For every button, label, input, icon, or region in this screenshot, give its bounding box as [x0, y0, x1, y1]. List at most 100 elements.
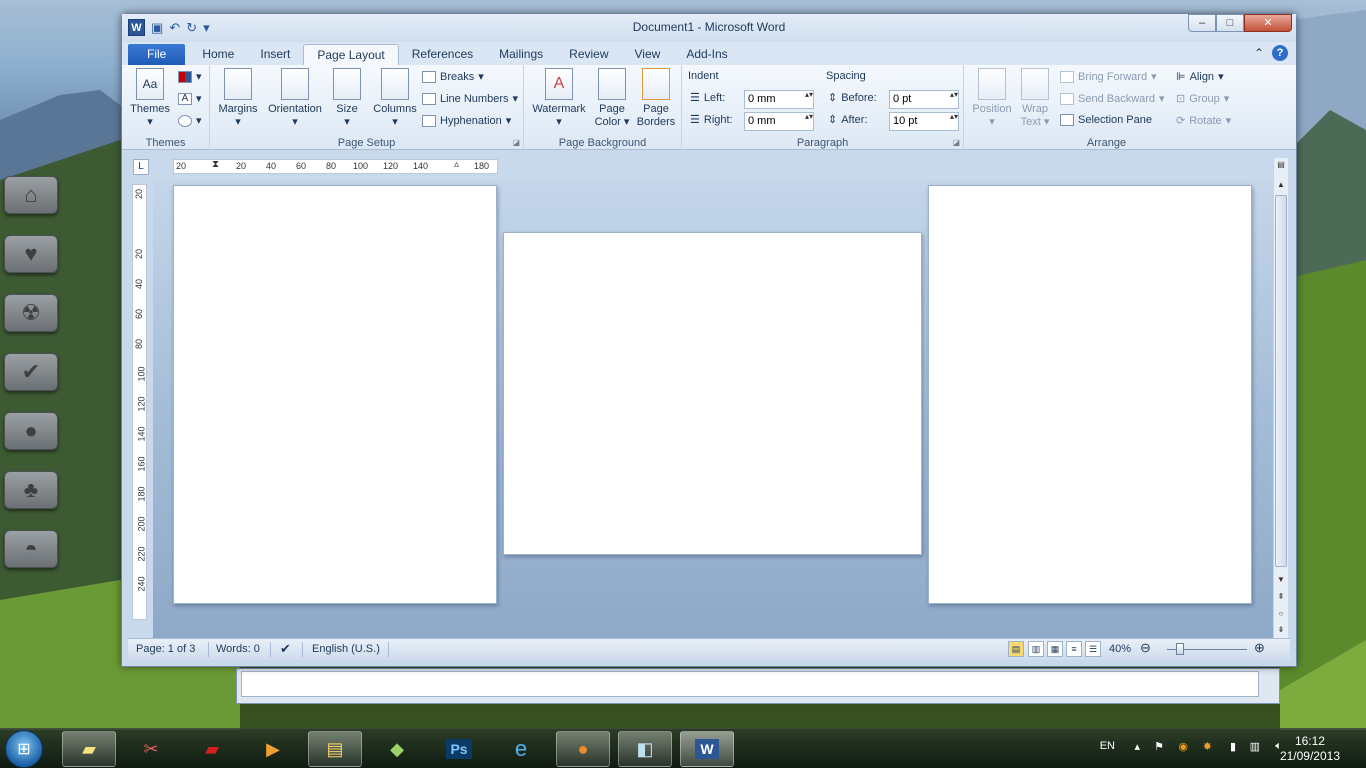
tab-insert[interactable]: Insert [247, 44, 303, 65]
tab-review[interactable]: Review [556, 44, 621, 65]
taskbar-layers-icon[interactable]: ◆ [370, 731, 424, 767]
draft-view-icon[interactable]: ☰ [1085, 641, 1101, 657]
network-icon[interactable]: ▥ [1250, 740, 1260, 753]
taskbar-snipping-tool-icon[interactable]: ✂ [124, 731, 178, 767]
collapse-ribbon-icon[interactable]: ⌃ [1254, 46, 1264, 60]
taskbar-book-icon[interactable]: ▰ [185, 731, 239, 767]
document-page-3[interactable] [928, 185, 1252, 604]
tab-mailings[interactable]: Mailings [486, 44, 556, 65]
close-button[interactable]: ✕ [1244, 14, 1292, 32]
bring-forward-button[interactable]: Bring Forward ▾ [1060, 70, 1157, 83]
scroll-down-icon[interactable]: ▼ [1274, 575, 1288, 584]
margins-button[interactable]: Margins ▾ [216, 68, 260, 129]
club-icon[interactable]: ♣ [4, 471, 58, 509]
scrollbar-thumb[interactable] [1275, 195, 1287, 567]
taskbar-explorer-icon[interactable]: ▤ [308, 731, 362, 767]
document-page-1[interactable] [173, 185, 497, 604]
taskbar-sticky-notes-icon[interactable]: ▰ [62, 731, 116, 767]
show-hidden-icons-icon[interactable]: ▴ [1134, 740, 1140, 753]
rotate-button[interactable]: ⟳ Rotate ▾ [1176, 114, 1231, 128]
radiation-icon[interactable]: ☢ [4, 294, 58, 332]
group-button[interactable]: ⊡ Group ▾ [1176, 92, 1229, 106]
indent-right-input[interactable]: 0 mm [744, 112, 814, 131]
start-button[interactable]: ⊞ [5, 730, 43, 768]
hyphenation-button[interactable]: Hyphenation ▾ [422, 114, 511, 127]
position-button[interactable]: Position ▾ [970, 68, 1014, 129]
tray-app-icon[interactable]: ◉ [1178, 740, 1188, 753]
page-count[interactable]: Page: 1 of 3 [136, 643, 195, 655]
word-count[interactable]: Words: 0 [216, 643, 260, 655]
vertical-ruler[interactable]: 20 20 40 60 80 100 120 140 160 180 200 2… [132, 184, 147, 620]
language-indicator[interactable]: English (U.S.) [312, 643, 380, 655]
spacing-after-input[interactable]: 10 pt [889, 112, 959, 131]
ruler-toggle-icon[interactable]: ▤ [1274, 160, 1288, 169]
previous-page-icon[interactable]: ⇞ [1274, 592, 1288, 601]
line-numbers-button[interactable]: Line Numbers ▾ [422, 92, 518, 105]
clock[interactable]: 16:12 21/09/2013 [1280, 734, 1340, 764]
heart-icon[interactable]: ♥ [4, 235, 58, 273]
first-line-indent-marker-icon[interactable]: ⧗ [212, 159, 219, 170]
breaks-button[interactable]: Breaks ▾ [422, 70, 484, 83]
theme-fonts-button[interactable]: A ▾ [178, 92, 202, 105]
home-icon[interactable]: ⌂ [4, 176, 58, 214]
dashboard-icon[interactable]: ◓ [4, 530, 58, 568]
spacing-before-input[interactable]: 0 pt [889, 90, 959, 109]
scroll-up-icon[interactable]: ▲ [1274, 180, 1288, 189]
web-layout-view-icon[interactable]: ▦ [1047, 641, 1063, 657]
indent-left-input[interactable]: 0 mm [744, 90, 814, 109]
page-setup-launcher-icon[interactable]: ◪ [512, 138, 520, 147]
right-indent-marker-icon[interactable]: ▵ [454, 159, 459, 170]
document-page-2[interactable] [503, 232, 922, 555]
maximize-button[interactable]: □ [1216, 14, 1244, 32]
orientation-button[interactable]: Orientation ▾ [264, 68, 326, 129]
select-browse-object-icon[interactable]: ○ [1274, 609, 1288, 618]
tab-file[interactable]: File [128, 44, 186, 65]
selection-pane-button[interactable]: Selection Pane [1060, 114, 1152, 126]
vertical-scrollbar[interactable]: ▤ ▲ ▼ ⇞ ○ ⇟ [1273, 158, 1288, 638]
theme-colors-button[interactable]: ▾ [178, 70, 202, 83]
checkmark-icon[interactable]: ✔ [4, 353, 58, 391]
next-page-icon[interactable]: ⇟ [1274, 625, 1288, 634]
horizontal-ruler[interactable]: 20 ⧗ 20 40 60 80 100 120 140 ▵ 180 [173, 159, 498, 174]
tray-utility-icon[interactable]: ✸ [1203, 740, 1212, 753]
watermark-button[interactable]: A Watermark ▾ [530, 68, 588, 129]
tab-references[interactable]: References [399, 44, 486, 65]
user-icon[interactable]: ● [4, 412, 58, 450]
tab-add-ins[interactable]: Add-Ins [673, 44, 740, 65]
zoom-in-icon[interactable]: ⊕ [1254, 640, 1265, 656]
tab-view[interactable]: View [622, 44, 674, 65]
tab-home[interactable]: Home [189, 44, 247, 65]
page-color-button[interactable]: Page Color ▾ [592, 68, 632, 129]
document-canvas[interactable] [153, 180, 1273, 638]
zoom-slider-thumb[interactable] [1176, 643, 1185, 655]
wrap-text-button[interactable]: Wrap Text ▾ [1018, 68, 1052, 129]
paragraph-launcher-icon[interactable]: ◪ [952, 138, 960, 147]
taskbar-firefox-icon[interactable]: ● [556, 731, 610, 767]
taskbar-word-icon[interactable]: W [680, 731, 734, 767]
taskbar-media-player-icon[interactable]: ▶ [246, 731, 300, 767]
zoom-out-icon[interactable]: ⊖ [1140, 640, 1151, 656]
outline-view-icon[interactable]: ≡ [1066, 641, 1082, 657]
title-bar[interactable]: W ▣ ↶ ↻ ▾ Document1 - Microsoft Word – □… [122, 14, 1296, 42]
minimize-button[interactable]: – [1188, 14, 1216, 32]
full-screen-reading-view-icon[interactable]: ▥ [1028, 641, 1044, 657]
size-button[interactable]: Size ▾ [332, 68, 362, 129]
taskbar-photoshop-icon[interactable]: Ps [432, 731, 486, 767]
print-layout-view-icon[interactable]: ▤ [1008, 641, 1024, 657]
taskbar-internet-explorer-icon[interactable]: e [494, 731, 548, 767]
tab-page-layout[interactable]: Page Layout [303, 44, 399, 65]
theme-effects-button[interactable]: ▾ [178, 114, 202, 127]
themes-button[interactable]: Aa Themes ▾ [130, 68, 170, 129]
align-button[interactable]: ⊫ Align ▾ [1176, 70, 1224, 84]
zoom-level[interactable]: 40% [1109, 643, 1131, 655]
proofing-icon[interactable]: ✔ [280, 641, 291, 657]
columns-button[interactable]: Columns ▾ [370, 68, 420, 129]
tab-selector-button[interactable]: L [133, 159, 149, 175]
send-backward-button[interactable]: Send Backward ▾ [1060, 92, 1165, 105]
action-center-icon[interactable]: ⚑ [1154, 740, 1164, 753]
input-language[interactable]: EN [1100, 740, 1115, 752]
battery-icon[interactable]: ▮ [1230, 740, 1236, 753]
page-borders-button[interactable]: Page Borders [636, 68, 676, 129]
help-icon[interactable]: ? [1272, 45, 1288, 61]
taskbar-app-icon[interactable]: ◧ [618, 731, 672, 767]
